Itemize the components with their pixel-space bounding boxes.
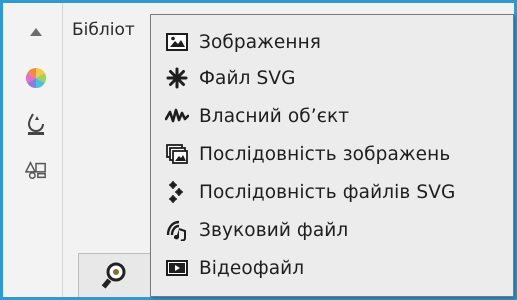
- image-sequence-icon: [165, 142, 189, 166]
- image-icon: [165, 30, 189, 54]
- add-media-menu: Зображення Файл SVG Власний об’єкт Послі…: [150, 14, 514, 297]
- left-toolbar: [3, 3, 63, 297]
- sound-file-icon: [165, 218, 189, 242]
- menu-item-svg-file[interactable]: Файл SVG: [151, 61, 513, 95]
- arrow-up-icon[interactable]: [25, 21, 47, 43]
- svg-star-icon: [165, 66, 189, 90]
- menu-item-image-sequence[interactable]: Послідовність зображень: [151, 137, 513, 171]
- library-label: Бібліот: [72, 20, 135, 40]
- menu-item-svg-sequence[interactable]: Послідовність файлів SVG: [151, 175, 513, 209]
- svg-sequence-icon: [165, 180, 189, 204]
- menu-item-video-file[interactable]: Відеофайл: [151, 251, 513, 285]
- color-wheel-icon[interactable]: [25, 67, 47, 89]
- menu-item-image[interactable]: Зображення: [151, 25, 513, 59]
- shapes-icon[interactable]: [25, 159, 47, 181]
- bottom-tab[interactable]: [78, 253, 154, 297]
- menu-item-custom-object[interactable]: Власний об’єкт: [151, 99, 513, 133]
- search-lens-icon: [101, 262, 129, 290]
- custom-object-icon: [165, 104, 189, 128]
- menu-item-sound-file[interactable]: Звуковий файл: [151, 213, 513, 247]
- video-file-icon: [165, 256, 189, 280]
- brush-drop-icon[interactable]: [25, 113, 47, 135]
